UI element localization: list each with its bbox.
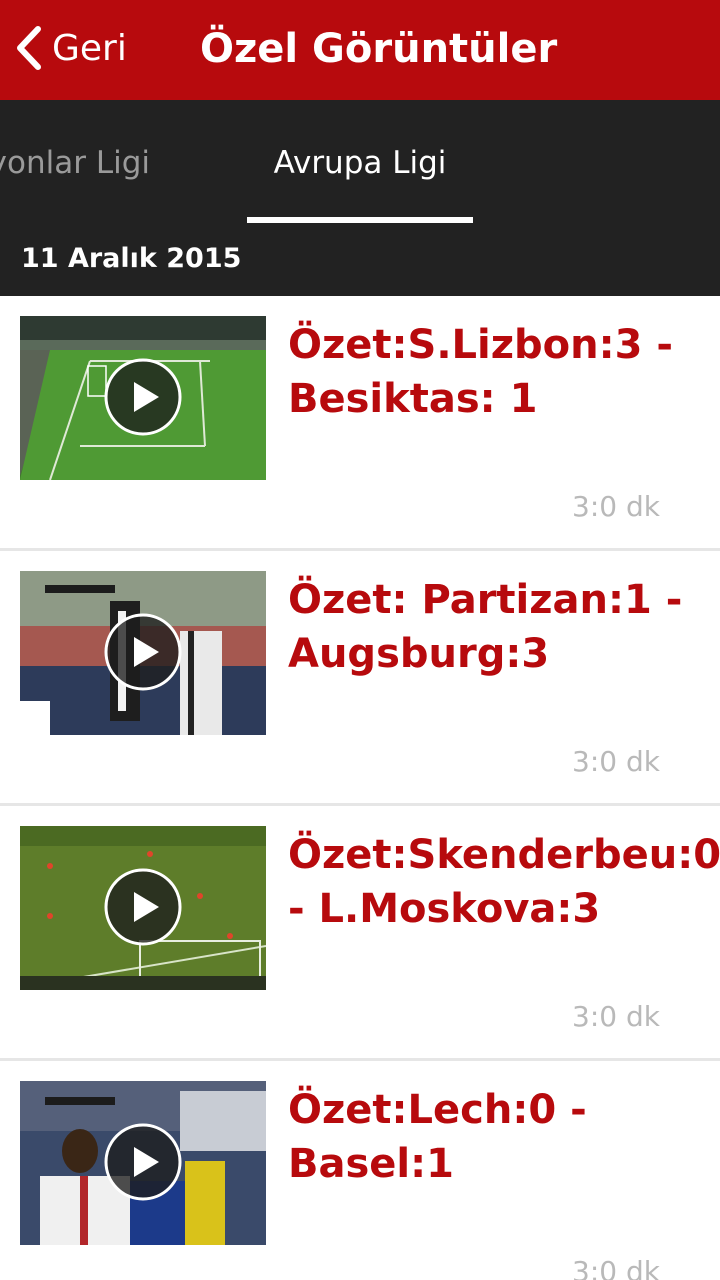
- play-icon[interactable]: [104, 1123, 182, 1201]
- active-tab-indicator: [247, 217, 473, 223]
- video-duration: 3:0 dk: [572, 745, 660, 778]
- play-icon[interactable]: [104, 868, 182, 946]
- play-icon[interactable]: [104, 358, 182, 436]
- video-duration: 3:0 dk: [572, 1000, 660, 1033]
- video-duration: 3:0 dk: [572, 490, 660, 523]
- video-title: Özet:Lech:0 - Basel:1: [288, 1087, 587, 1187]
- video-thumbnail: [20, 826, 266, 990]
- video-list-item[interactable]: Özet: Partizan:1 - Augsburg:3 3:0 dk: [0, 551, 720, 806]
- page-title: Özel Görüntüler: [200, 26, 558, 72]
- video-list-item[interactable]: Özet:S.Lizbon:3 - Besiktas: 1 3:0 dk: [0, 296, 720, 551]
- video-title: Özet: Partizan:1 - Augsburg:3: [288, 577, 683, 677]
- tab-europa-league[interactable]: Avrupa Ligi: [247, 100, 473, 225]
- back-button[interactable]: Geri: [14, 18, 127, 78]
- date-header: 11 Aralık 2015: [0, 225, 720, 296]
- tab-champions-league[interactable]: yonlar Ligi: [0, 100, 150, 225]
- video-thumbnail: [20, 316, 266, 480]
- chevron-left-icon: [14, 25, 42, 71]
- league-tabs: yonlar Ligi Avrupa Ligi: [0, 100, 720, 225]
- video-title: Özet:S.Lizbon:3 - Besiktas: 1: [288, 322, 673, 422]
- video-list: Özet:S.Lizbon:3 - Besiktas: 1 3:0 dk Öze…: [0, 296, 720, 1280]
- play-icon[interactable]: [104, 613, 182, 691]
- top-app-bar: Geri Özel Görüntüler: [0, 0, 720, 100]
- back-label: Geri: [52, 27, 127, 69]
- video-duration: 3:0 dk: [572, 1255, 660, 1280]
- video-thumbnail: [20, 571, 266, 735]
- date-label: 11 Aralık 2015: [21, 243, 242, 274]
- video-thumbnail: [20, 1081, 266, 1245]
- video-list-item[interactable]: Özet:Lech:0 - Basel:1 3:0 dk: [0, 1061, 720, 1280]
- video-list-item[interactable]: Özet:Skenderbeu:0 - L.Moskova:3 3:0 dk: [0, 806, 720, 1061]
- app-screen: Geri Özel Görüntüler yonlar Ligi Avrupa …: [0, 0, 720, 1280]
- video-title: Özet:Skenderbeu:0 - L.Moskova:3: [288, 832, 720, 932]
